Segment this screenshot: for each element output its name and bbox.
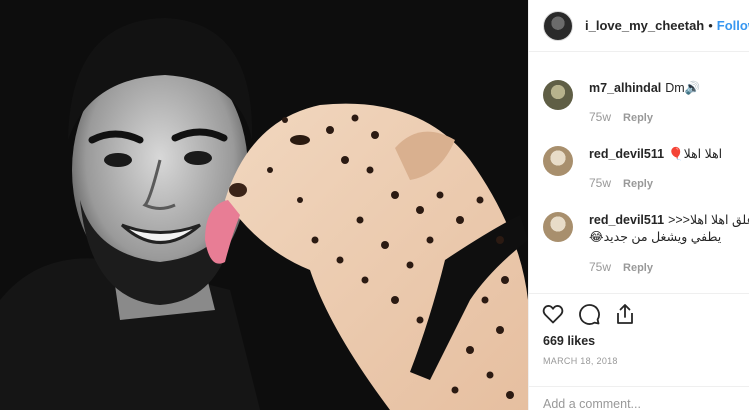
post-actions: 669 likes MARCH 18, 2018 <box>529 293 749 410</box>
comment-body: red_devil511 اهلا اهلا🎈 <box>589 146 749 163</box>
commenter-avatar[interactable] <box>543 80 573 110</box>
add-comment-input[interactable] <box>543 397 733 410</box>
photo-illustration <box>0 0 528 410</box>
heart-icon[interactable] <box>541 302 565 326</box>
commenter-avatar[interactable] <box>543 212 573 242</box>
author-username[interactable]: i_love_my_cheetah <box>585 18 704 33</box>
post-header: i_love_my_cheetah • Follow <box>529 0 749 52</box>
header-separator: • <box>708 18 713 33</box>
commenter-avatar[interactable] <box>543 146 573 176</box>
post-date[interactable]: MARCH 18, 2018 <box>543 356 618 366</box>
follow-button[interactable]: Follow <box>717 18 749 33</box>
comment-meta: 75w Reply <box>589 260 653 274</box>
comment-age[interactable]: 75w <box>589 110 611 124</box>
reply-button[interactable]: Reply <box>623 112 653 124</box>
likes-count[interactable]: 669 likes <box>543 334 595 348</box>
post-photo[interactable] <box>0 0 528 410</box>
reply-button[interactable]: Reply <box>623 178 653 190</box>
comment-meta: 75w Reply <box>589 110 653 124</box>
comment-age[interactable]: 75w <box>589 260 611 274</box>
comment-meta: 75w Reply <box>589 176 653 190</box>
author-avatar[interactable] <box>543 10 573 41</box>
post-side-panel: i_love_my_cheetah • Follow m7_alhindal Dm… <box>528 0 749 410</box>
comment-username[interactable]: red_devil511 <box>589 147 664 161</box>
action-icons <box>541 302 637 326</box>
share-icon[interactable] <box>613 302 637 326</box>
comment-body: m7_alhindal Dm🔊 <box>589 80 749 97</box>
comment-text: Dm🔊 <box>665 81 701 95</box>
comment-body: red_devil511 علق اهلا اهلا<<< يطفي ويشغل … <box>589 212 749 246</box>
comment-username[interactable]: m7_alhindal <box>589 81 661 95</box>
comment-text: اهلا اهلا🎈 <box>668 147 723 161</box>
comment-icon[interactable] <box>577 302 601 326</box>
reply-button[interactable]: Reply <box>623 262 653 274</box>
comments-list[interactable]: m7_alhindal Dm🔊 75w Reply red_devil511 اهلا… <box>529 52 749 292</box>
comment-age[interactable]: 75w <box>589 176 611 190</box>
add-comment-bar <box>529 386 749 410</box>
comment-username[interactable]: red_devil511 <box>589 213 664 227</box>
